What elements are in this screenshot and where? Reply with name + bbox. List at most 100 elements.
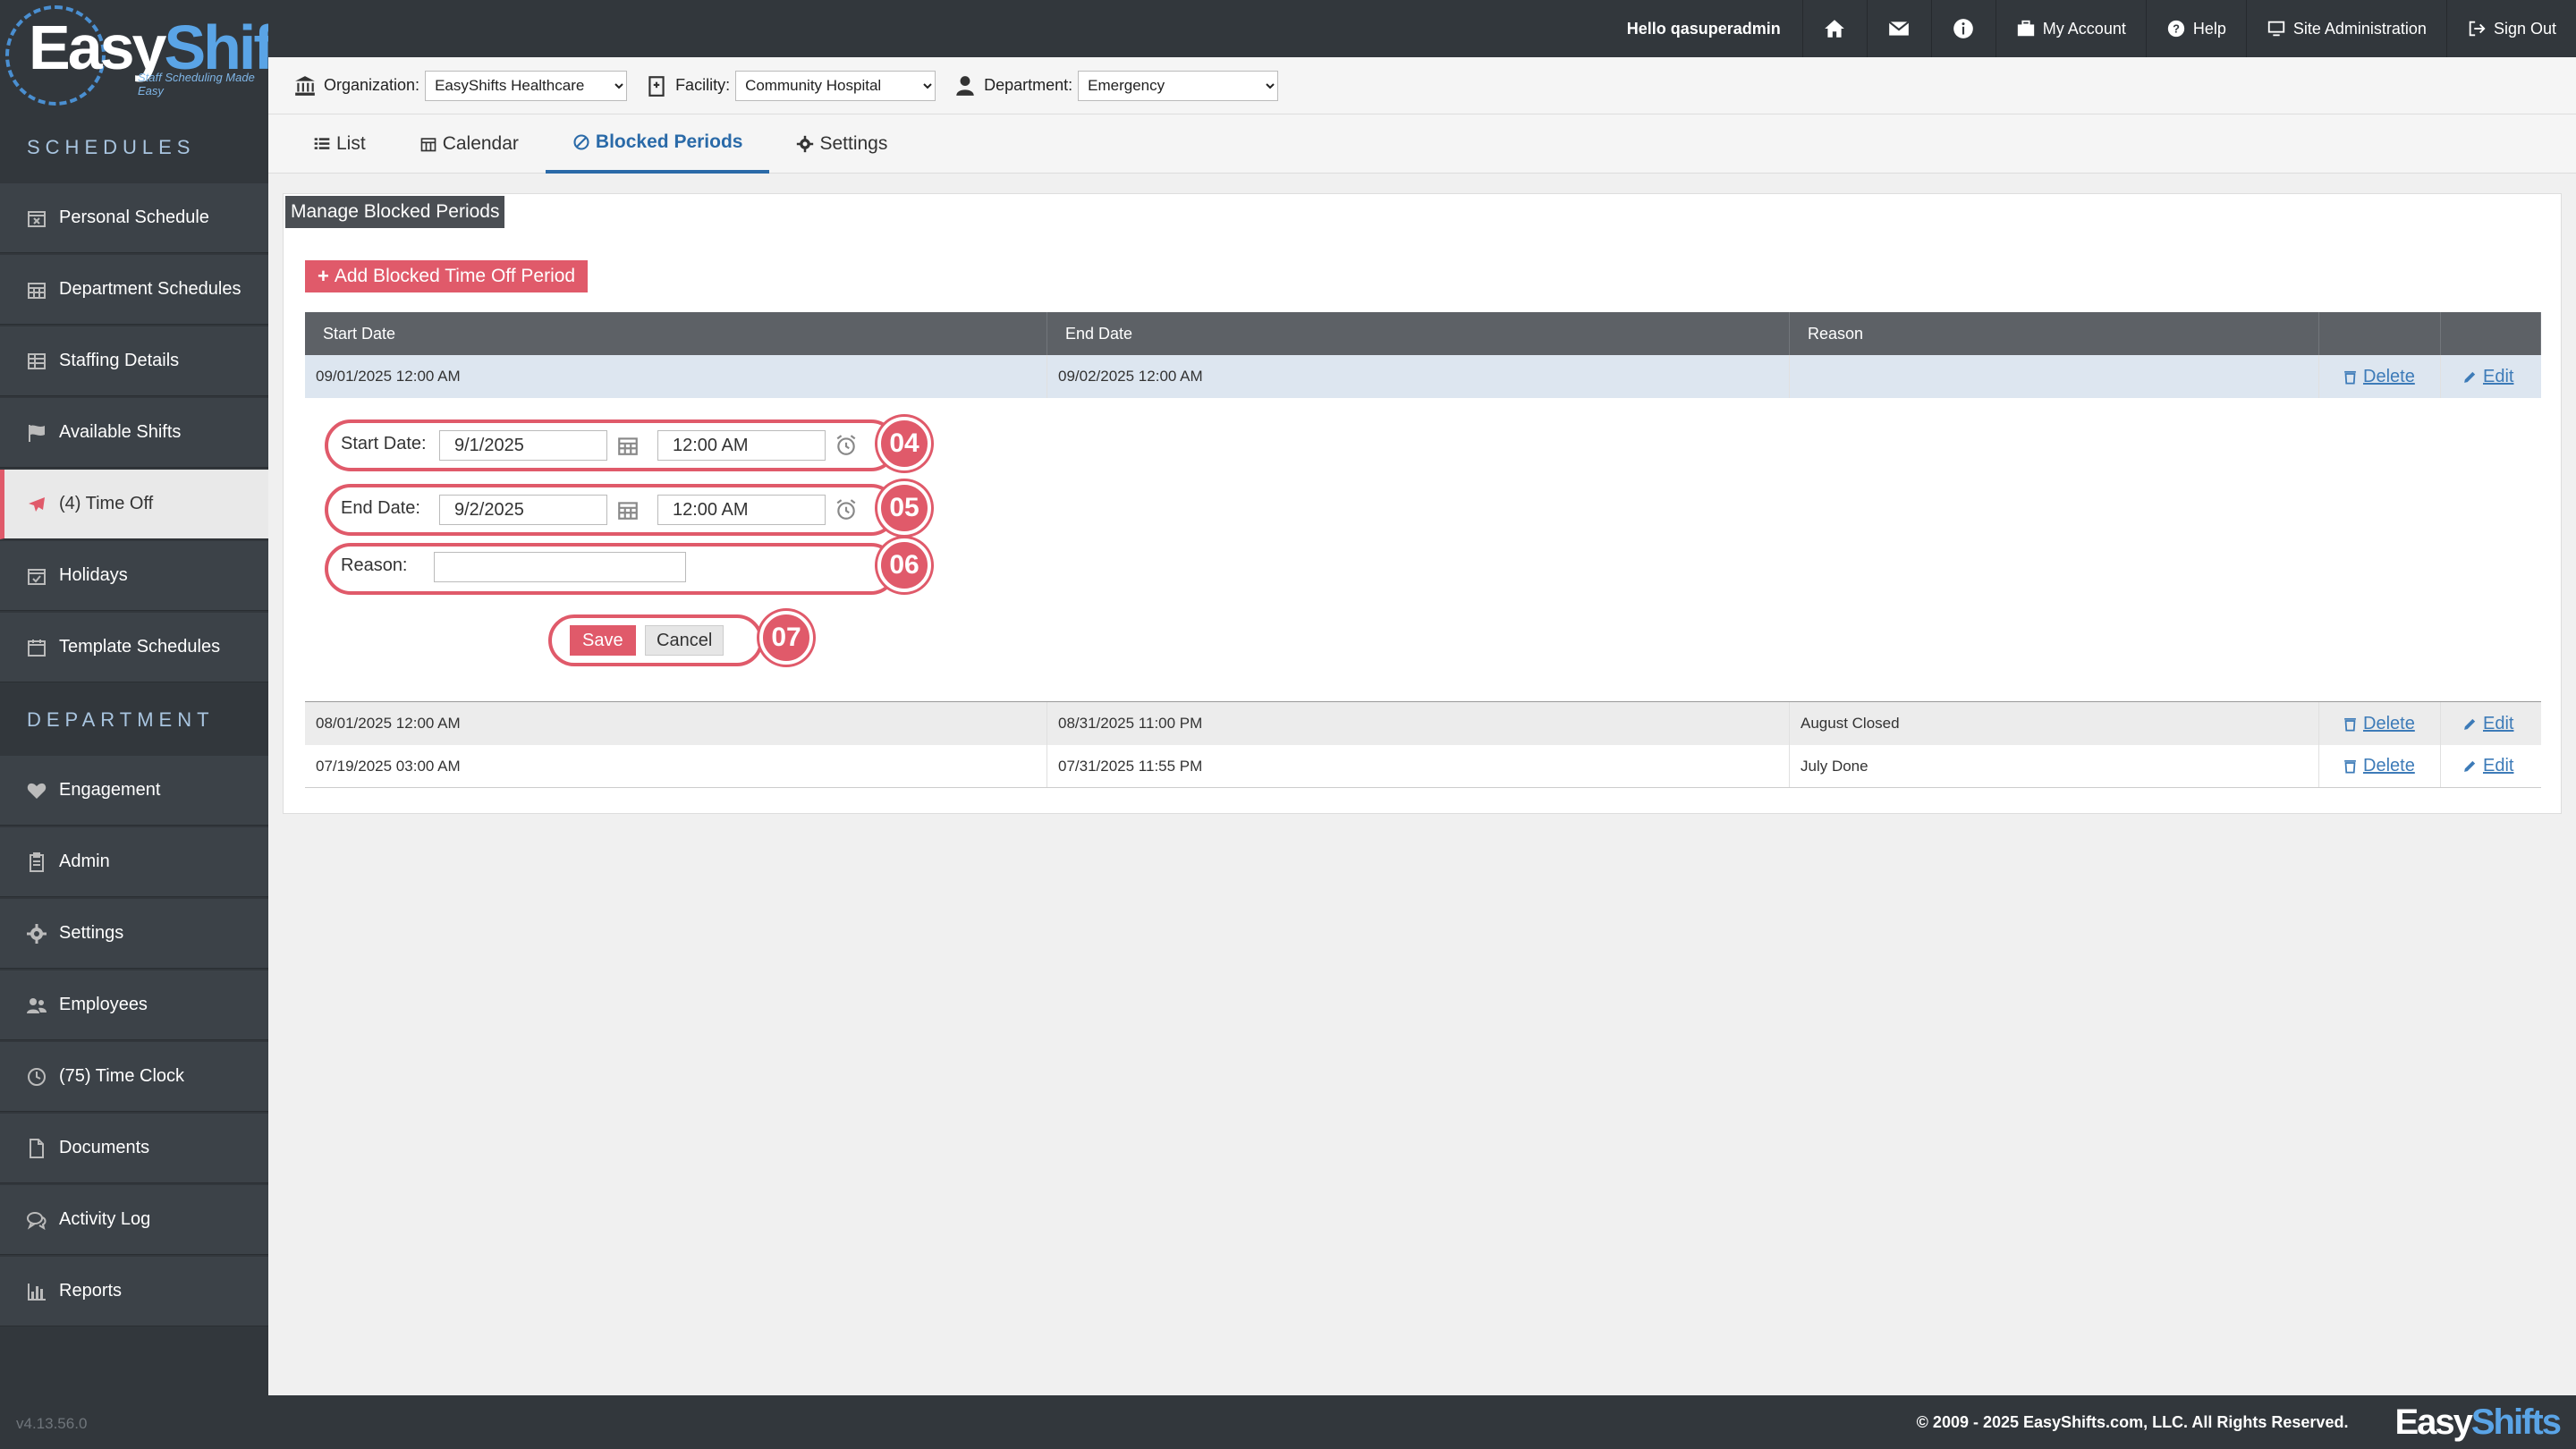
calendar-icon[interactable] <box>616 434 640 457</box>
table-row[interactable]: 07/19/2025 03:00 AM 07/31/2025 11:55 PM … <box>305 745 2541 788</box>
footer: © 2009 - 2025 EasyShifts.com, LLC. All R… <box>268 1395 2576 1449</box>
clock-icon <box>25 1065 48 1089</box>
sign-out-icon <box>2469 21 2486 37</box>
greeting: Hello qasuperadmin <box>1606 0 1803 57</box>
end-time-input[interactable] <box>657 495 826 525</box>
calendar-icon[interactable] <box>616 498 640 521</box>
home-icon[interactable] <box>1803 0 1868 57</box>
logo[interactable]: EasyShifts Staff Scheduling Made Easy <box>0 0 268 112</box>
ban-icon <box>573 134 589 150</box>
edit-link[interactable]: Edit <box>2462 756 2513 776</box>
start-date-input[interactable] <box>439 430 607 461</box>
flag-icon <box>25 421 48 445</box>
footer-logo[interactable]: EasyShifts <box>2394 1402 2562 1443</box>
sidebar-item-time-off[interactable]: (4) Time Off <box>0 470 268 539</box>
table-row[interactable]: 09/01/2025 12:00 AM 09/02/2025 12:00 AM … <box>305 355 2541 398</box>
start-time-input[interactable] <box>657 430 826 461</box>
sidebar-item-engagement[interactable]: Engagement <box>0 756 268 826</box>
sidebar-item-available-shifts[interactable]: Available Shifts <box>0 398 268 468</box>
sidebar-item-documents[interactable]: Documents <box>0 1114 268 1183</box>
column-header-end-date[interactable]: End Date <box>1047 312 1790 355</box>
organization-select[interactable]: EasyShifts Healthcare <box>425 70 628 101</box>
reason-label: Reason: <box>341 555 408 575</box>
end-date-cell: 07/31/2025 11:55 PM <box>1047 745 1790 787</box>
monitor-icon <box>2267 21 2285 37</box>
briefcase-icon <box>2017 20 2034 37</box>
sidebar-item-department-schedules[interactable]: Department Schedules <box>0 255 268 325</box>
pencil-icon <box>2464 718 2476 730</box>
sidebar-item-activity-log[interactable]: Activity Log <box>0 1185 268 1255</box>
institution-icon <box>295 75 315 96</box>
gear-icon <box>25 922 48 945</box>
department-label: Department: <box>984 76 1073 94</box>
start-date-cell: 07/19/2025 03:00 AM <box>305 745 1047 787</box>
trash-icon <box>2344 370 2356 384</box>
panel-title: Manage Blocked Periods <box>285 196 505 228</box>
blocked-periods-table: Start Date End Date Reason 09/01/2025 12… <box>305 312 2541 788</box>
delete-link[interactable]: Delete <box>2343 367 2415 387</box>
edit-link[interactable]: Edit <box>2462 367 2513 387</box>
sidebar: EasyShifts Staff Scheduling Made Easy SC… <box>0 0 268 1449</box>
delete-link[interactable]: Delete <box>2343 714 2415 734</box>
tab-blocked-periods[interactable]: Blocked Periods <box>545 114 770 174</box>
gear-icon <box>797 135 814 153</box>
blocked-periods-panel: Manage Blocked Periods + Add Blocked Time… <box>283 193 2562 814</box>
logo-tagline: Staff Scheduling Made Easy <box>138 70 255 97</box>
delete-link[interactable]: Delete <box>2343 756 2415 776</box>
sidebar-item-reports[interactable]: Reports <box>0 1257 268 1326</box>
question-icon: ? <box>2167 20 2185 38</box>
clipboard-icon <box>25 851 48 874</box>
department-section-title: DEPARTMENT <box>27 708 215 731</box>
top-bar: Hello qasuperadmin My Account ? Help Site… <box>268 0 2576 57</box>
column-header-delete <box>2319 312 2441 355</box>
calendar-icon <box>420 138 436 152</box>
edit-blocked-period-form: Start Date: 04 End Date: 05 Reason: 06 S… <box>305 398 2541 702</box>
version-label: v4.13.56.0 <box>16 1415 88 1432</box>
sign-out-link[interactable]: Sign Out <box>2447 0 2576 57</box>
sidebar-item-admin[interactable]: Admin <box>0 827 268 897</box>
sidebar-item-personal-schedule[interactable]: Personal Schedule <box>0 183 268 253</box>
cancel-button[interactable]: Cancel <box>645 625 724 656</box>
plane-icon <box>25 493 48 516</box>
save-button[interactable]: Save <box>570 625 636 656</box>
tab-settings[interactable]: Settings <box>769 114 914 174</box>
edit-link[interactable]: Edit <box>2462 714 2513 734</box>
table-header: Start Date End Date Reason <box>305 312 2541 355</box>
sidebar-item-template-schedules[interactable]: Template Schedules <box>0 613 268 682</box>
reason-input[interactable] <box>434 552 686 582</box>
svg-text:?: ? <box>2173 22 2180 36</box>
table-row[interactable]: 08/01/2025 12:00 AM 08/31/2025 11:00 PM … <box>305 702 2541 745</box>
heart-icon <box>25 779 48 802</box>
start-date-cell: 08/01/2025 12:00 AM <box>305 702 1047 745</box>
alarm-clock-icon[interactable] <box>835 434 858 457</box>
tab-list[interactable]: List <box>286 114 393 174</box>
facility-select[interactable]: Community Hospital <box>735 70 936 101</box>
users-icon <box>25 994 48 1017</box>
trash-icon <box>2344 759 2356 774</box>
column-header-reason[interactable]: Reason <box>1790 312 2319 355</box>
tab-calendar[interactable]: Calendar <box>393 114 546 174</box>
sidebar-item-employees[interactable]: Employees <box>0 970 268 1040</box>
table-icon <box>25 350 48 373</box>
site-administration-link[interactable]: Site Administration <box>2247 0 2447 57</box>
my-account-link[interactable]: My Account <box>1996 0 2147 57</box>
pencil-icon <box>2464 760 2476 772</box>
help-link[interactable]: ? Help <box>2147 0 2247 57</box>
column-header-start-date[interactable]: Start Date <box>305 312 1047 355</box>
sidebar-item-time-clock[interactable]: (75) Time Clock <box>0 1042 268 1112</box>
add-blocked-period-button[interactable]: + Add Blocked Time Off Period <box>305 260 589 292</box>
sidebar-item-holidays[interactable]: Holidays <box>0 541 268 611</box>
doctor-icon <box>956 75 974 96</box>
sidebar-item-staffing-details[interactable]: Staffing Details <box>0 326 268 396</box>
reason-cell: July Done <box>1790 745 2319 787</box>
sidebar-item-settings[interactable]: Settings <box>0 899 268 969</box>
envelope-icon[interactable] <box>1868 0 1932 57</box>
end-date-input[interactable] <box>439 495 607 525</box>
facility-label: Facility: <box>675 76 731 94</box>
info-icon[interactable] <box>1932 0 1996 57</box>
tab-bar: List Calendar Blocked Periods Settings <box>268 114 2576 174</box>
step-badge-07: 07 <box>759 611 813 665</box>
plus-icon: + <box>318 265 329 287</box>
alarm-clock-icon[interactable] <box>835 498 858 521</box>
department-select[interactable]: Emergency <box>1078 70 1279 101</box>
